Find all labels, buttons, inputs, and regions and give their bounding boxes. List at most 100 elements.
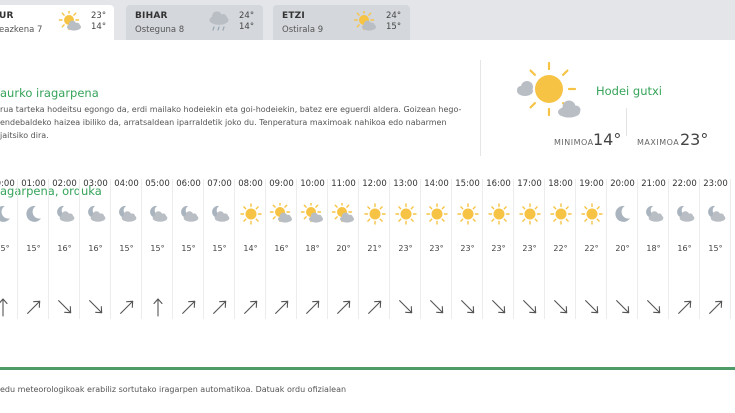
wind-arrow-icon	[461, 300, 475, 314]
day-tabs: UR eazkena 7 23° 14° BIHAR Osteguna 8 24…	[0, 0, 735, 40]
hour-label: 10:00	[300, 179, 325, 189]
hourly-column: 15:00 23°	[452, 177, 483, 322]
hour-label: 21:00	[641, 179, 666, 189]
tab-today[interactable]: UR eazkena 7 23° 14°	[0, 5, 114, 40]
hour-temp: 16°	[274, 244, 289, 253]
hour-label: 19:00	[579, 179, 604, 189]
hour-label: 17:00	[517, 179, 542, 189]
wind-arrow-icon	[182, 300, 196, 314]
wind-arrow-icon	[678, 300, 692, 314]
sun-cloud-icon	[269, 203, 292, 223]
hour-label: 09:00	[269, 179, 294, 189]
hour-label: 23:00	[703, 179, 728, 189]
tab-day-date: eazkena 7	[0, 25, 43, 35]
hour-temp: 16°	[88, 244, 103, 253]
sun-cloud-icon	[331, 203, 354, 223]
description-line: rua tarteka hodeitsu egongo da, erdi mai…	[0, 105, 462, 114]
hour-label: 07:00	[207, 179, 232, 189]
wind-arrow-icon	[27, 300, 41, 314]
today-summary: Hodei gutxi MINIMOA 14° MAXIMOA 23°	[480, 60, 735, 156]
hour-temp: 23°	[429, 244, 444, 253]
wind-arrow-icon	[709, 300, 723, 314]
tab-day-after-tomorrow[interactable]: ETZI Ostirala 9 24° 15°	[273, 5, 410, 40]
tab-day-name: BIHAR	[135, 11, 168, 21]
tab-min-temp: 14°	[239, 21, 255, 32]
sun-cloud-icon	[517, 61, 581, 118]
today-forecast-description: rua tarteka hodeitsu egongo da, erdi mai…	[0, 103, 470, 142]
hourly-column: 00:00 15°	[0, 177, 18, 322]
moon-cloud-icon	[708, 205, 726, 222]
sun-icon	[550, 203, 572, 225]
wind-arrow-icon	[492, 300, 506, 314]
moon-cloud-icon	[212, 205, 230, 222]
sun-icon	[395, 203, 417, 225]
tab-max-temp: 23°	[91, 11, 107, 21]
wind-arrow-icon	[306, 300, 320, 314]
sun-icon	[457, 203, 479, 225]
hourly-column: 21:00 18°	[638, 177, 669, 322]
hour-temp: 15°	[26, 244, 41, 253]
hour-temp: 22°	[584, 244, 599, 253]
hour-label: 15:00	[455, 179, 480, 189]
hourly-column: 12:00 21°	[359, 177, 390, 322]
tab-max-temp: 24°	[386, 11, 402, 21]
wind-arrow-icon	[244, 300, 258, 314]
sun-icon	[581, 203, 603, 225]
wind-arrow-icon	[523, 300, 537, 314]
bottom-accent-bar	[0, 367, 735, 370]
tab-max-temp: 24°	[239, 11, 255, 21]
hourly-column: 23:00 15°	[700, 177, 731, 322]
hourly-column: 13:00 23°	[390, 177, 421, 322]
max-temp-label: MAXIMOA	[637, 138, 680, 147]
hour-temp: 22°	[553, 244, 568, 253]
hour-label: 05:00	[145, 179, 170, 189]
hourly-column: 09:00 16°	[266, 177, 297, 322]
tab-tomorrow[interactable]: BIHAR Osteguna 8 24° 14°	[126, 5, 263, 40]
hour-label: 12:00	[362, 179, 387, 189]
hour-label: 22:00	[672, 179, 697, 189]
hourly-column: 11:00 20°	[328, 177, 359, 322]
today-condition: Hodei gutxi	[596, 84, 663, 98]
hourly-column: 10:00 18°	[297, 177, 328, 322]
hourly-column: 07:00 15°	[204, 177, 235, 322]
wind-arrow-icon	[58, 300, 72, 314]
sun-icon	[488, 203, 510, 225]
hour-label: 08:00	[238, 179, 263, 189]
hour-label: 06:00	[176, 179, 201, 189]
moon-cloud-icon	[181, 205, 199, 222]
sun-icon	[519, 203, 541, 225]
today-forecast-title: aurko iragarpena	[0, 86, 99, 100]
hour-label: 02:00	[52, 179, 77, 189]
hour-label: 11:00	[331, 179, 356, 189]
hour-label: 03:00	[83, 179, 108, 189]
sun-cloud-icon	[300, 203, 323, 223]
hour-label: 18:00	[548, 179, 573, 189]
hour-label: 13:00	[393, 179, 418, 189]
hour-temp: 20°	[615, 244, 630, 253]
wind-arrow-icon	[120, 300, 134, 314]
hourly-column: 22:00 16°	[669, 177, 700, 322]
tab-day-name: ETZI	[282, 11, 305, 21]
moon-cloud-icon	[677, 205, 695, 222]
sun-icon	[426, 203, 448, 225]
hour-temp: 16°	[677, 244, 692, 253]
hourly-column: 18:00 22°	[545, 177, 576, 322]
hour-temp: 20°	[336, 244, 351, 253]
hourly-forecast: 00:00 15° 01:00 15° 02:00 16° 03:00 16° 04:00 15°…	[0, 177, 735, 322]
sun-cloud-icon	[353, 11, 376, 31]
moon-cloud-icon	[88, 205, 106, 222]
hour-temp: 23°	[460, 244, 475, 253]
hourly-column: 08:00 14°	[235, 177, 266, 322]
wind-arrow-icon	[616, 300, 630, 314]
hourly-column: 20:00 20°	[607, 177, 638, 322]
tab-day-name: UR	[0, 11, 14, 21]
hourly-column: 03:00 16°	[80, 177, 111, 322]
hour-temp: 21°	[367, 244, 382, 253]
wind-arrow-icon	[89, 300, 103, 314]
hour-temp: 15°	[212, 244, 227, 253]
hour-temp: 18°	[305, 244, 320, 253]
wind-arrow-icon	[275, 300, 289, 314]
tab-min-temp: 15°	[386, 21, 402, 32]
wind-arrow-icon	[430, 300, 444, 314]
moon-icon	[0, 205, 10, 222]
